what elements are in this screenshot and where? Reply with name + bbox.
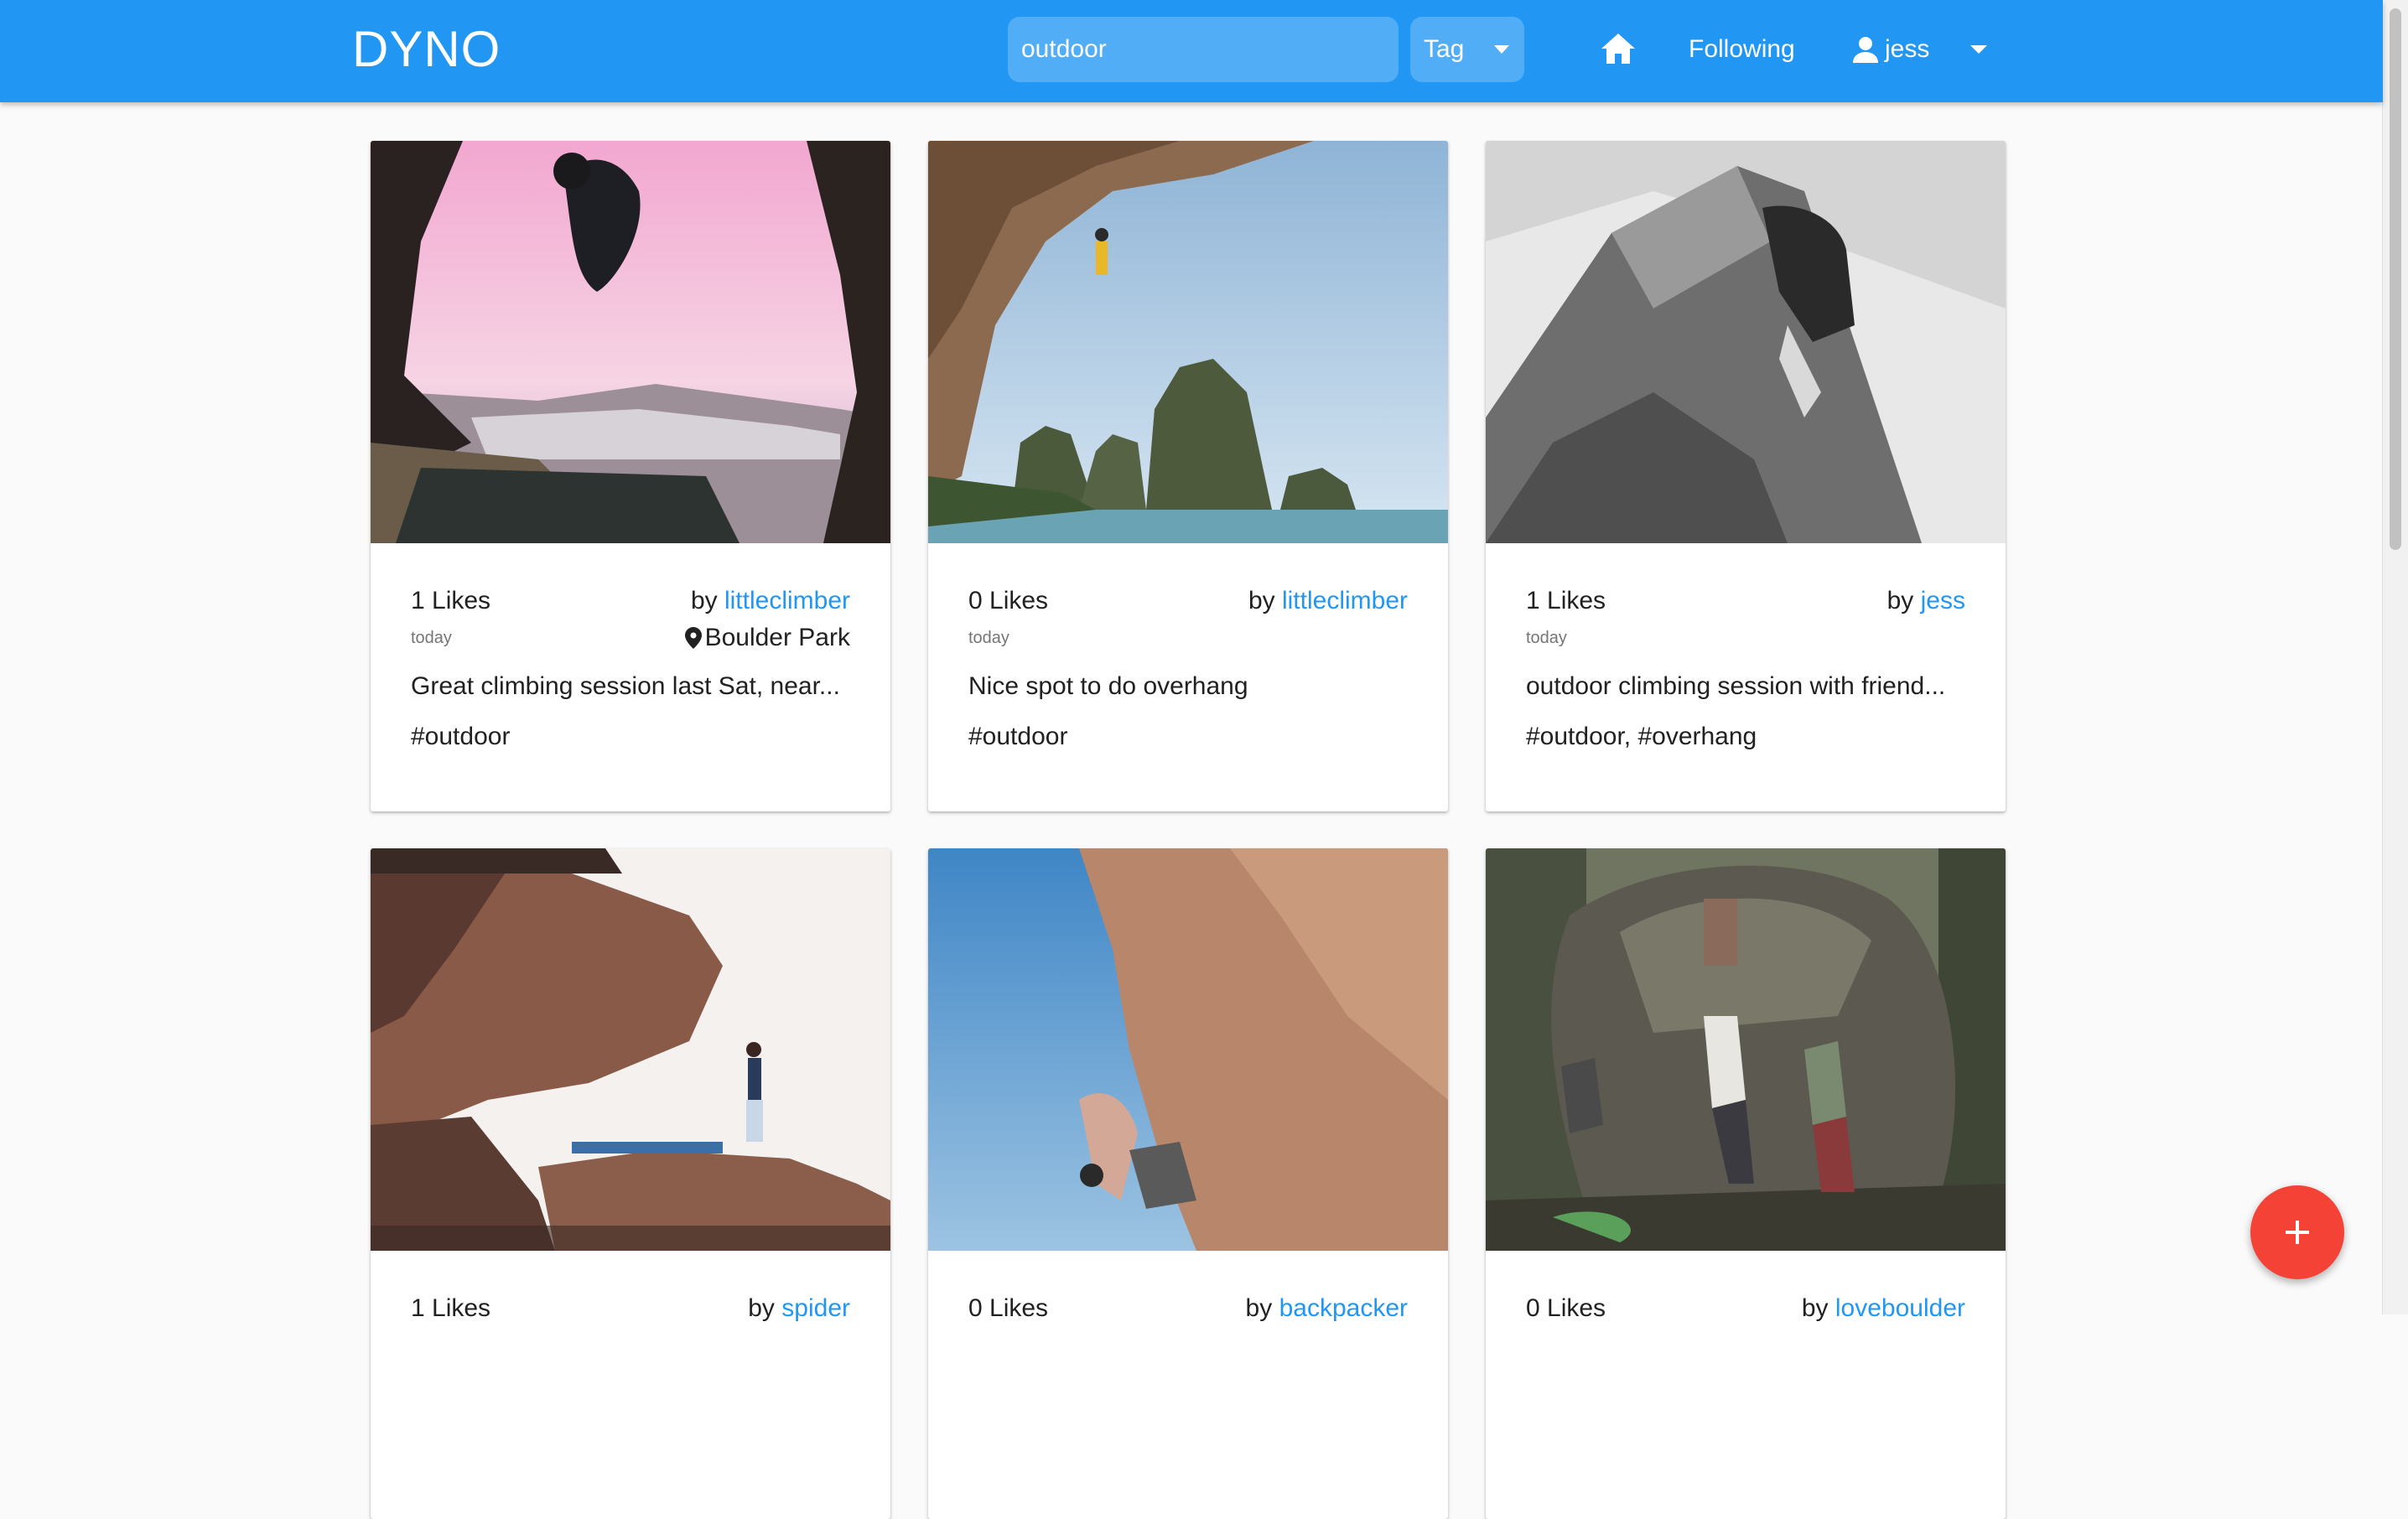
user-menu-button[interactable]: jess	[1851, 30, 1929, 69]
post-caption: Nice spot to do overhang	[968, 672, 1248, 700]
map-marker-icon	[684, 627, 702, 649]
post-photo[interactable]	[1486, 141, 2006, 543]
scrollbar-thumb[interactable]	[2390, 8, 2401, 550]
plus-icon	[2286, 1221, 2309, 1244]
by-prefix: by	[1248, 587, 1275, 614]
author-byline: by loveboulder	[1802, 1294, 1965, 1323]
post-photo[interactable]	[371, 141, 890, 543]
page-scrollbar[interactable]	[2382, 0, 2408, 1314]
by-prefix: by	[1886, 587, 1914, 614]
account-icon	[1853, 37, 1878, 63]
post-tags[interactable]: #outdoor, #overhang	[1526, 723, 1757, 751]
author-byline: by spider	[748, 1294, 850, 1323]
author-link[interactable]: backpacker	[1279, 1294, 1408, 1322]
author-byline: by backpacker	[1246, 1294, 1408, 1323]
likes-count: 1 Likes	[411, 587, 491, 614]
app-bar: DYNO Tag Following jess	[0, 0, 2383, 102]
by-prefix: by	[1801, 1294, 1829, 1322]
post-photo[interactable]	[1486, 848, 2006, 1251]
add-post-button[interactable]	[2250, 1185, 2344, 1279]
by-prefix: by	[690, 587, 718, 614]
author-link[interactable]: loveboulder	[1835, 1294, 1965, 1322]
post-photo[interactable]	[371, 848, 890, 1251]
likes-count: 1 Likes	[1526, 587, 1606, 614]
user-name: jess	[1885, 35, 1930, 63]
post-card-body: 1 Likes by jess today outdoor climbing s…	[1486, 543, 2006, 811]
post-location[interactable]: Boulder Park	[684, 624, 850, 652]
post-card[interactable]: 1 Likes by littleclimber today Boulder P…	[371, 141, 890, 811]
likes-count: 0 Likes	[1526, 1294, 1606, 1322]
author-link[interactable]: littleclimber	[724, 587, 850, 614]
post-card-body: 0 Likes by loveboulder	[1486, 1251, 2006, 1519]
likes-count: 1 Likes	[411, 1294, 491, 1322]
post-card[interactable]: 0 Likes by loveboulder	[1486, 848, 2006, 1519]
likes-count: 0 Likes	[968, 1294, 1049, 1322]
post-card-body: 0 Likes by backpacker	[928, 1251, 1448, 1519]
post-photo[interactable]	[928, 141, 1448, 543]
post-card-body: 0 Likes by littleclimber today Nice spot…	[928, 543, 1448, 811]
post-card-body: 1 Likes by littleclimber today Boulder P…	[371, 543, 890, 811]
likes-count: 0 Likes	[968, 587, 1049, 614]
brand-logo[interactable]: DYNO	[352, 18, 501, 80]
home-button[interactable]	[1600, 32, 1637, 65]
post-caption: outdoor climbing session with friend...	[1526, 672, 1946, 700]
following-link[interactable]: Following	[1689, 30, 1795, 69]
author-link[interactable]: littleclimber	[1282, 587, 1408, 614]
author-byline: by jess	[1887, 587, 1965, 615]
location-name: Boulder Park	[704, 624, 850, 651]
home-icon	[1601, 34, 1635, 64]
author-byline: by littleclimber	[1248, 587, 1408, 615]
post-card[interactable]: 1 Likes by spider	[371, 848, 890, 1519]
post-tags[interactable]: #outdoor	[968, 723, 1067, 751]
author-link[interactable]: jess	[1921, 587, 1965, 614]
search-filter-value: Tag	[1424, 35, 1465, 63]
post-card[interactable]: 1 Likes by jess today outdoor climbing s…	[1486, 141, 2006, 811]
author-link[interactable]: spider	[781, 1294, 850, 1322]
post-card[interactable]: 0 Likes by backpacker	[928, 848, 1448, 1519]
by-prefix: by	[748, 1294, 775, 1322]
post-tags[interactable]: #outdoor	[411, 723, 510, 751]
post-card-body: 1 Likes by spider	[371, 1251, 890, 1519]
search-input[interactable]	[1008, 17, 1399, 82]
author-byline: by littleclimber	[691, 587, 850, 615]
user-menu-chevron-icon[interactable]	[1970, 45, 1987, 54]
chevron-down-icon	[1494, 45, 1509, 54]
post-photo[interactable]	[928, 848, 1448, 1251]
by-prefix: by	[1245, 1294, 1273, 1322]
post-date: today	[968, 629, 1009, 647]
post-caption: Great climbing session last Sat, near...	[411, 672, 840, 700]
post-date: today	[1526, 629, 1567, 647]
post-card[interactable]: 0 Likes by littleclimber today Nice spot…	[928, 141, 1448, 811]
post-date: today	[411, 629, 452, 647]
search-filter-select[interactable]: Tag	[1410, 17, 1524, 82]
